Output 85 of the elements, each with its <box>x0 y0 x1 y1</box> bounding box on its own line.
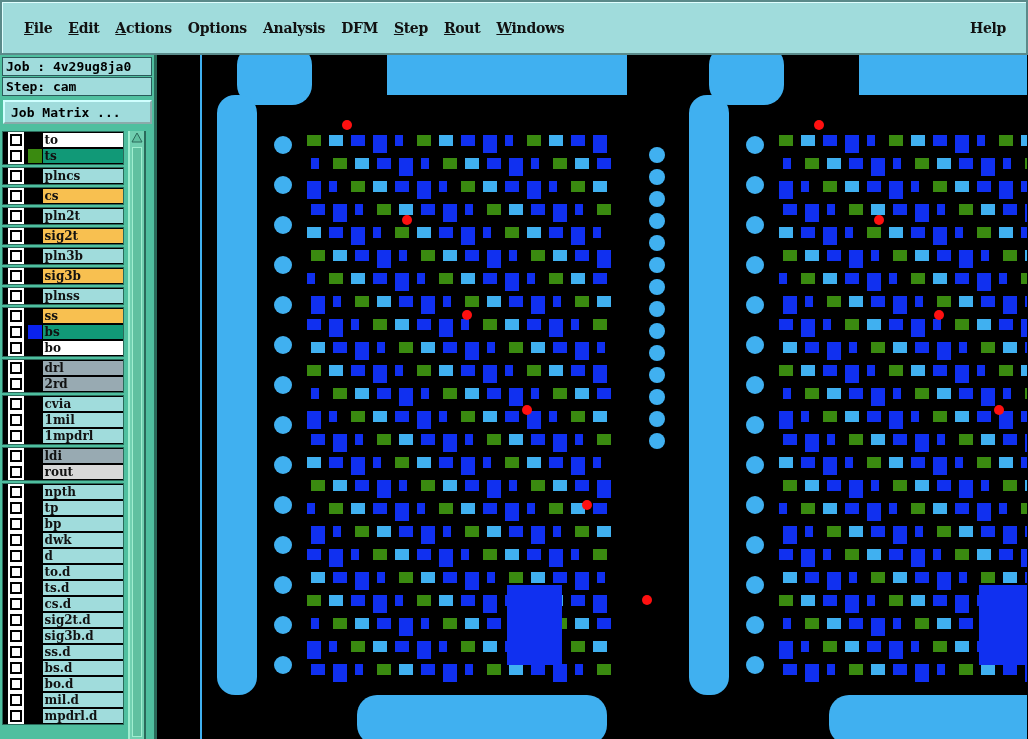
layer-name[interactable]: sig2t.d <box>42 613 123 627</box>
layer-checkbox[interactable] <box>10 290 22 302</box>
layer-name[interactable]: 2rd <box>42 377 123 391</box>
layer-checkbox[interactable] <box>10 310 22 322</box>
layer-name[interactable]: npth <box>42 485 123 499</box>
layer-checkbox[interactable] <box>10 134 22 146</box>
layer-checkbox[interactable] <box>10 230 22 242</box>
layer-checkbox[interactable] <box>10 170 22 182</box>
layer-name[interactable]: mil.d <box>42 693 123 707</box>
layer-name[interactable]: to <box>42 133 123 147</box>
layer-name[interactable]: cs.d <box>42 597 123 611</box>
menu-item[interactable]: Analysis <box>254 19 334 36</box>
layer-name[interactable]: pln3b <box>42 249 123 263</box>
menu-item[interactable]: Edit <box>60 19 108 36</box>
menu-item[interactable]: Options <box>179 19 255 36</box>
layer-name[interactable]: rout <box>42 465 123 479</box>
layer-name[interactable]: mpdrl.d <box>42 709 123 723</box>
layer-checkbox[interactable] <box>10 502 22 514</box>
layer-name[interactable]: bp <box>42 517 123 531</box>
layer-checkbox[interactable] <box>10 414 22 426</box>
layer-name[interactable]: bs <box>42 325 123 339</box>
layer-name[interactable]: plncs <box>42 169 123 183</box>
layer-name[interactable]: ts.d <box>42 581 123 595</box>
layer-checkbox[interactable] <box>10 250 22 262</box>
layer-checkbox[interactable] <box>10 534 22 546</box>
layer-name[interactable]: cvia <box>42 397 123 411</box>
layer-display-swatch[interactable] <box>27 149 42 163</box>
layer-name[interactable]: ss.d <box>42 645 123 659</box>
layer-checkbox[interactable] <box>10 326 22 338</box>
layer-checkbox[interactable] <box>10 486 22 498</box>
menu-item[interactable]: File <box>16 19 61 36</box>
layer-checkbox[interactable] <box>10 430 22 442</box>
layer-name[interactable]: drl <box>42 361 123 375</box>
step-name: Step: cam <box>2 77 152 96</box>
layer-checkbox[interactable] <box>10 582 22 594</box>
menu-item[interactable]: Help <box>961 19 1014 36</box>
layer-name[interactable]: to.d <box>42 565 123 579</box>
layer-checkbox[interactable] <box>10 450 22 462</box>
layer-checkbox[interactable] <box>10 466 22 478</box>
layer-checkbox[interactable] <box>10 518 22 530</box>
layer-checkbox[interactable] <box>10 398 22 410</box>
menu-item[interactable]: Windows <box>488 19 573 36</box>
layer-name[interactable]: 1mpdrl <box>42 429 123 443</box>
layer-checkbox[interactable] <box>10 662 22 674</box>
job-matrix-button[interactable]: Job Matrix ... <box>3 100 152 124</box>
layer-name[interactable]: bs.d <box>42 661 123 675</box>
layer-checkbox[interactable] <box>10 694 22 706</box>
scroll-up-icon[interactable] <box>130 131 144 145</box>
scrollbar[interactable] <box>128 131 146 739</box>
layer-checkbox[interactable] <box>10 710 22 722</box>
menu-item[interactable]: Rout <box>435 19 489 36</box>
layer-checkbox[interactable] <box>10 550 22 562</box>
layer-checkbox[interactable] <box>10 630 22 642</box>
layer-name[interactable]: sig3b.d <box>42 629 123 643</box>
layer-name[interactable]: ss <box>42 309 123 323</box>
layer-checkbox[interactable] <box>10 150 22 162</box>
layer-name[interactable]: dwk <box>42 533 123 547</box>
layer-checkbox[interactable] <box>10 190 22 202</box>
layer-checkbox[interactable] <box>10 378 22 390</box>
job-name: Job : 4v29ug8ja0 <box>2 57 152 76</box>
layer-name[interactable]: ts <box>42 149 123 163</box>
layer-checkbox[interactable] <box>10 270 22 282</box>
layer-name[interactable]: sig2t <box>42 229 123 243</box>
layer-name[interactable]: 1mil <box>42 413 123 427</box>
layer-checkbox[interactable] <box>10 598 22 610</box>
layer-checkbox[interactable] <box>10 342 22 354</box>
layer-name[interactable]: cs <box>42 189 123 203</box>
layer-name[interactable]: sig3b <box>42 269 123 283</box>
layer-checkbox[interactable] <box>10 614 22 626</box>
layer-name[interactable]: bo.d <box>42 677 123 691</box>
layer-checkbox[interactable] <box>10 678 22 690</box>
layer-name[interactable]: pln2t <box>42 209 123 223</box>
layer-display-swatch[interactable] <box>27 325 42 339</box>
menu-item[interactable]: DFM <box>333 19 386 36</box>
layer-name[interactable]: d <box>42 549 123 563</box>
layer-name[interactable]: plnss <box>42 289 123 303</box>
layer-checkbox[interactable] <box>10 646 22 658</box>
menu-item[interactable]: Actions <box>107 19 180 36</box>
layer-checkbox[interactable] <box>10 210 22 222</box>
layer-name[interactable]: tp <box>42 501 123 515</box>
layer-name[interactable]: bo <box>42 341 123 355</box>
layer-checkbox[interactable] <box>10 362 22 374</box>
layer-name[interactable]: ldi <box>42 449 123 463</box>
layer-checkbox[interactable] <box>10 566 22 578</box>
menu-item[interactable]: Step <box>385 19 436 36</box>
